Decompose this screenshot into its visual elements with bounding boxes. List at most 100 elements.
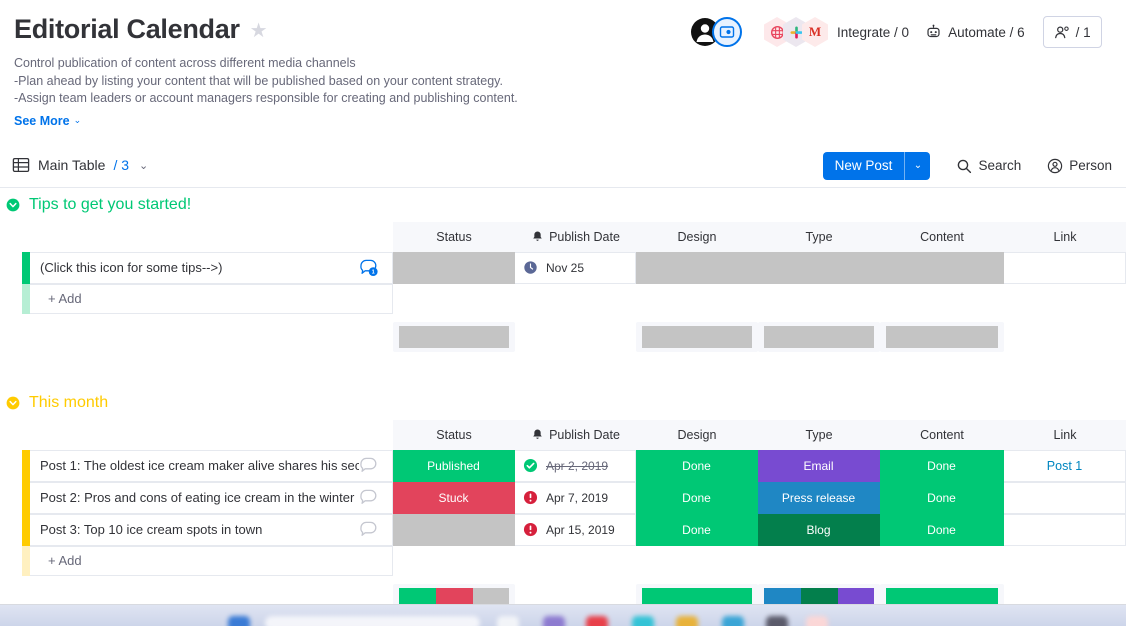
cell-link[interactable] [1004, 513, 1126, 546]
column-header-link[interactable]: Link [1004, 419, 1126, 450]
column-header-content[interactable]: Content [880, 221, 1004, 252]
header-actions: M Integrate / 0 Automate / 6 / 1 [690, 14, 1126, 50]
cell-design[interactable]: Done [636, 449, 758, 482]
cell-content[interactable]: Done [880, 513, 1004, 546]
board-members-button[interactable]: / 1 [1042, 16, 1102, 48]
column-header-status[interactable]: Status [393, 419, 515, 450]
cell-content[interactable] [880, 251, 1004, 284]
star-icon[interactable]: ★ [250, 21, 268, 41]
column-header-type[interactable]: Type [758, 419, 880, 450]
person-icon [1048, 158, 1063, 173]
column-header-content[interactable]: Content [880, 419, 1004, 450]
row-title: Post 1: The oldest ice cream maker alive… [40, 458, 359, 473]
column-header-date[interactable]: Publish Date [515, 419, 636, 450]
cell-status[interactable]: Stuck [393, 481, 515, 514]
integration-badge-3[interactable]: M [802, 17, 828, 47]
cell-link[interactable] [1004, 251, 1126, 284]
automate-button[interactable]: Automate / 6 [925, 24, 1025, 41]
cell-publish-date[interactable]: Apr 2, 2019 [515, 449, 636, 482]
board-content: Tips to get you started! Status Publish … [0, 188, 1126, 614]
see-more-link[interactable]: See More ⌄ [14, 114, 81, 128]
collapse-group-icon[interactable] [6, 396, 20, 410]
group-title[interactable]: This month [29, 394, 108, 412]
column-header-design[interactable]: Design [636, 419, 758, 450]
cell-publish-date[interactable]: Nov 25 [515, 251, 636, 284]
column-header-label: Link [1053, 427, 1077, 442]
design-label: Done [682, 490, 711, 505]
svg-text:1: 1 [372, 270, 375, 276]
column-header-label: Design [677, 229, 717, 244]
add-row[interactable]: + Add [0, 283, 1126, 314]
members-count: / 1 [1075, 24, 1091, 40]
cell-publish-date[interactable]: Apr 15, 2019 [515, 513, 636, 546]
collapse-group-icon[interactable] [6, 198, 20, 212]
add-row[interactable]: + Add [0, 545, 1126, 576]
search-label: Search [978, 158, 1022, 173]
chat-bubble-icon[interactable] [359, 488, 378, 507]
integrations-badges[interactable]: M [764, 17, 828, 47]
summary-segment [764, 325, 874, 348]
add-row-label[interactable]: + Add [30, 545, 393, 576]
cell-type[interactable]: Blog [758, 513, 880, 546]
dock-icons [0, 605, 1126, 626]
group-summary [0, 321, 1126, 352]
column-header-design[interactable]: Design [636, 221, 758, 252]
chat-bubble-icon[interactable] [359, 456, 378, 475]
cell-type[interactable] [758, 251, 880, 284]
integrate-button[interactable]: Integrate / 0 [837, 25, 909, 40]
cell-publish-date[interactable]: Apr 7, 2019 [515, 481, 636, 514]
chevron-down-icon: ⌄ [73, 115, 82, 125]
new-post-dropdown-icon[interactable]: ⌄ [904, 151, 930, 180]
column-header-type[interactable]: Type [758, 221, 880, 252]
row-title-cell[interactable]: Post 3: Top 10 ice cream spots in town [30, 513, 393, 546]
cell-link[interactable] [1004, 481, 1126, 514]
tab-main-table[interactable]: Main Table / 3 ⌄ [12, 156, 148, 174]
board-toolbar: Main Table / 3 ⌄ New Post ⌄ Search Perso… [0, 144, 1126, 188]
add-row-label[interactable]: + Add [30, 283, 393, 314]
person-label: Person [1069, 158, 1112, 173]
cell-status[interactable] [393, 513, 515, 546]
row-color-bar [22, 283, 30, 314]
group-1: This month Status Publish Date Design Ty… [0, 386, 1126, 614]
column-header-date[interactable]: Publish Date [515, 221, 636, 252]
cell-design[interactable]: Done [636, 481, 758, 514]
cell-content[interactable]: Done [880, 481, 1004, 514]
search-button[interactable]: Search [956, 158, 1021, 174]
column-header-label: Design [677, 427, 717, 442]
chat-bubble-icon[interactable] [359, 520, 378, 539]
column-header-label: Publish Date [549, 427, 620, 442]
cell-design[interactable] [636, 251, 758, 284]
cell-type[interactable]: Email [758, 449, 880, 482]
column-header-link[interactable]: Link [1004, 221, 1126, 252]
see-more-label: See More [14, 113, 70, 128]
status-label: Stuck [438, 490, 469, 505]
cell-type[interactable]: Press release [758, 481, 880, 514]
table-count: / 3 [113, 157, 130, 173]
cell-status[interactable]: Published [393, 449, 515, 482]
cell-design[interactable]: Done [636, 513, 758, 546]
row-title-cell[interactable]: Post 1: The oldest ice cream maker alive… [30, 449, 393, 482]
cell-status[interactable] [393, 251, 515, 284]
invite-member-button[interactable] [712, 17, 742, 47]
chat-bubble-icon[interactable]: 1 [359, 258, 378, 277]
design-label: Done [682, 522, 711, 537]
publish-date-text: Nov 25 [546, 260, 585, 275]
row-title-cell[interactable]: Post 2: Pros and cons of eating ice crea… [30, 481, 393, 514]
cell-content[interactable]: Done [880, 449, 1004, 482]
cell-link[interactable]: Post 1 [1004, 449, 1126, 482]
new-post-button[interactable]: New Post ⌄ [822, 151, 931, 180]
group-title[interactable]: Tips to get you started! [29, 196, 191, 214]
summary-bar [758, 321, 880, 352]
content-label: Done [927, 458, 956, 473]
row-title-cell[interactable]: (Click this icon for some tips-->) 1 [30, 251, 393, 284]
type-label: Press release [781, 490, 856, 505]
board-app: Editorial Calendar ★ Control publication… [0, 0, 1126, 626]
column-header-status[interactable]: Status [393, 221, 515, 252]
chevron-down-icon[interactable]: ⌄ [139, 159, 148, 172]
description-line-3: -Assign team leaders or account managers… [14, 91, 518, 105]
table-icon [12, 157, 30, 173]
group-header: This month [0, 386, 1126, 420]
person-filter-button[interactable]: Person [1047, 158, 1112, 174]
link-value[interactable]: Post 1 [1047, 459, 1082, 473]
